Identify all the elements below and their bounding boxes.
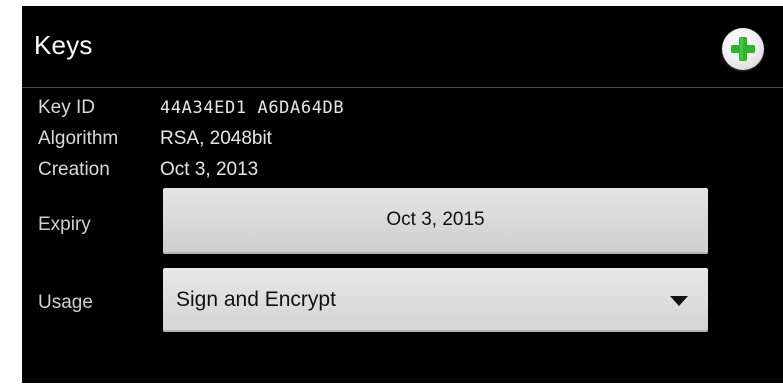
top-border bbox=[0, 0, 783, 6]
expiry-date-button[interactable]: Oct 3, 2015 bbox=[163, 188, 708, 254]
key-id-value: 44A34ED1 A6DA64DB bbox=[160, 98, 345, 118]
add-key-button[interactable] bbox=[722, 28, 764, 70]
creation-value: Oct 3, 2013 bbox=[160, 159, 259, 180]
algorithm-value: RSA, 2048bit bbox=[160, 128, 272, 149]
usage-selected-value: Sign and Encrypt bbox=[176, 288, 336, 311]
bottom-border bbox=[0, 383, 783, 389]
key-details-screen: Keys Key ID 44A34ED1 A6DA64DB Algorithm … bbox=[0, 0, 783, 389]
usage-label: Usage bbox=[38, 292, 93, 313]
triangle-down-icon bbox=[670, 296, 688, 306]
left-border bbox=[0, 0, 22, 389]
expiry-date-value: Oct 3, 2015 bbox=[386, 209, 485, 230]
usage-select[interactable]: Sign and Encrypt bbox=[163, 268, 708, 332]
algorithm-label: Algorithm bbox=[38, 128, 119, 149]
expiry-label: Expiry bbox=[38, 214, 91, 235]
plus-icon bbox=[731, 37, 755, 61]
header-divider bbox=[22, 87, 783, 88]
page-title: Keys bbox=[34, 30, 93, 60]
creation-label: Creation bbox=[38, 159, 110, 180]
key-id-label: Key ID bbox=[38, 97, 96, 118]
